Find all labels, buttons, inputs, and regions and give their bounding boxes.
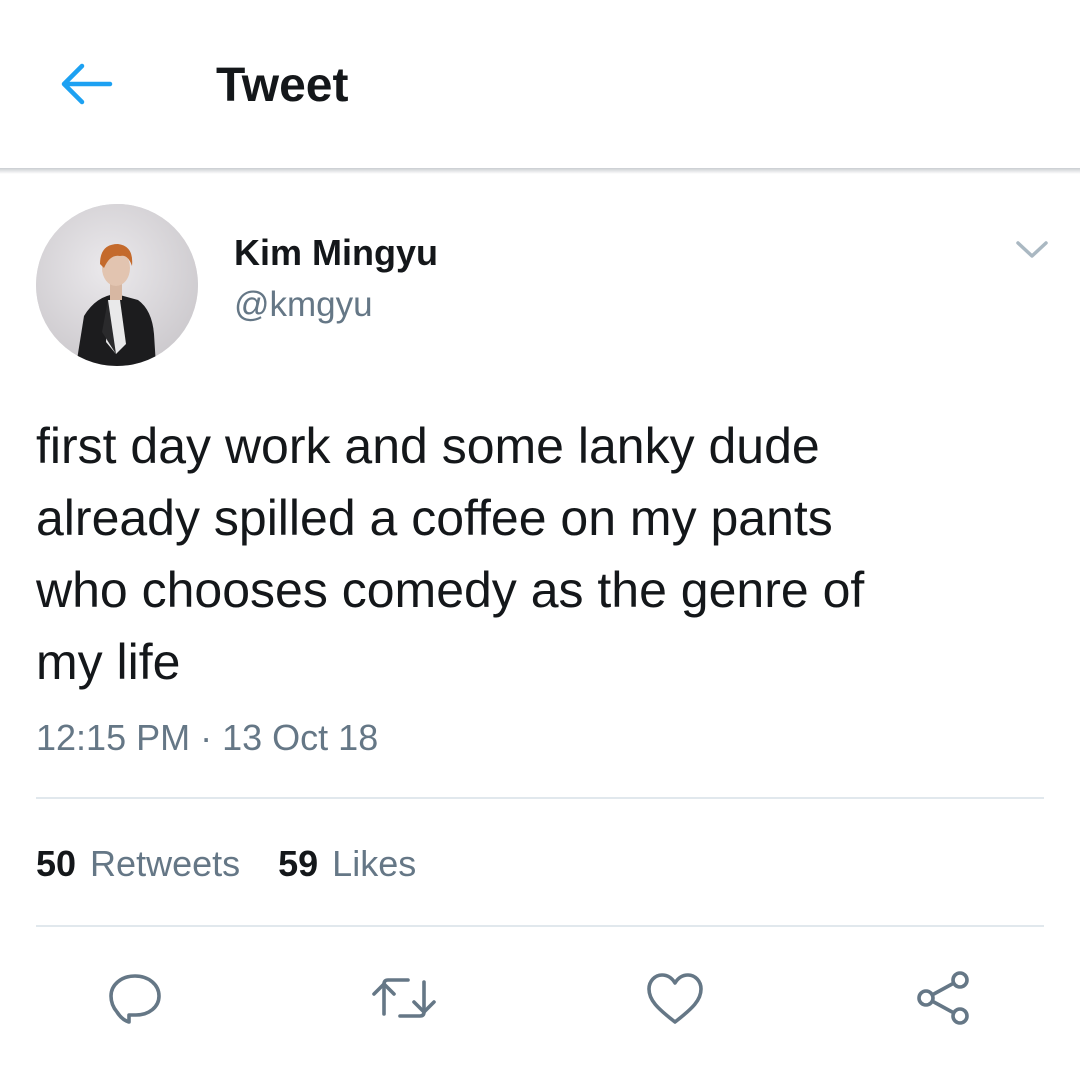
chevron-down-icon <box>1016 241 1048 258</box>
divider <box>36 797 1044 799</box>
tweet-detail-screen: Tweet Kim Mingyu @kmgyu first day work a… <box>0 0 1080 1074</box>
tweet-menu-button[interactable] <box>1008 228 1056 272</box>
tweet-timestamp: 12:15 PM · 13 Oct 18 <box>36 716 378 760</box>
likes-label: Likes <box>332 843 417 884</box>
tweet-stats: 50 Retweets 59 Likes <box>36 842 454 886</box>
arrow-left-icon <box>61 63 113 105</box>
retweet-icon <box>372 978 436 1018</box>
reply-icon <box>109 974 161 1024</box>
page-title: Tweet <box>216 59 349 112</box>
likes-count: 59 <box>278 843 319 884</box>
tweet-text: first day work and some lanky dude alrea… <box>36 418 865 690</box>
retweet-button[interactable] <box>368 962 440 1034</box>
retweets-stat[interactable]: 50 Retweets <box>36 842 240 886</box>
tweet-time: 12:15 PM <box>36 717 191 758</box>
retweets-label: Retweets <box>90 843 241 884</box>
likes-stat[interactable]: 59 Likes <box>278 842 416 886</box>
avatar[interactable] <box>36 204 198 366</box>
share-button[interactable] <box>908 962 980 1034</box>
avatar-photo <box>36 204 198 366</box>
back-button[interactable] <box>48 52 124 116</box>
reply-button[interactable] <box>99 962 171 1034</box>
header-divider <box>0 168 1080 174</box>
author-handle[interactable]: @kmgyu <box>234 284 373 326</box>
like-heart-icon <box>647 973 703 1024</box>
divider <box>36 925 1044 927</box>
retweets-count: 50 <box>36 843 77 884</box>
author-display-name[interactable]: Kim Mingyu <box>234 232 438 274</box>
like-button[interactable] <box>639 962 711 1034</box>
timestamp-separator: · <box>200 717 213 758</box>
share-icon <box>917 971 969 1025</box>
tweet-date: 13 Oct 18 <box>222 717 379 758</box>
top-app-bar: Tweet <box>0 0 1080 168</box>
